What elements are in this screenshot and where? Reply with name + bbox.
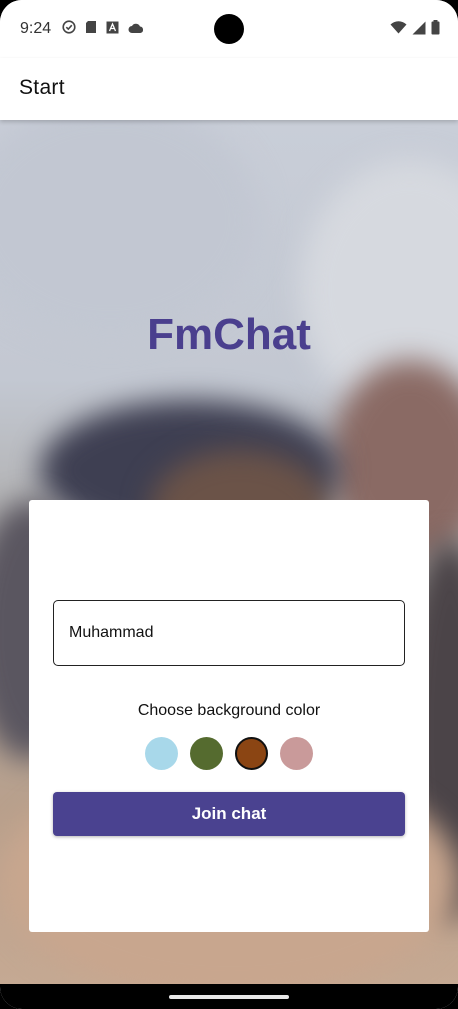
login-card: Choose background color Join chat bbox=[29, 500, 429, 932]
color-swatch-olive-green[interactable] bbox=[190, 737, 223, 770]
app-logo-title: FmChat bbox=[147, 310, 311, 359]
cloud-icon bbox=[128, 21, 144, 39]
camera-cutout bbox=[214, 14, 244, 44]
name-input[interactable] bbox=[53, 600, 405, 666]
join-chat-button[interactable]: Join chat bbox=[53, 792, 405, 836]
battery-icon bbox=[431, 20, 440, 40]
home-indicator[interactable] bbox=[169, 995, 289, 999]
sd-card-icon bbox=[85, 20, 97, 39]
signal-icon bbox=[412, 21, 426, 40]
status-icons-right bbox=[390, 20, 440, 40]
status-bar: 9:24 bbox=[0, 0, 458, 58]
wifi-icon bbox=[390, 21, 407, 39]
status-icons-left bbox=[62, 20, 144, 39]
status-time: 9:24 bbox=[20, 20, 52, 37]
color-swatch-rose[interactable] bbox=[280, 737, 313, 770]
choose-color-label: Choose background color bbox=[137, 702, 321, 719]
color-swatch-brown[interactable] bbox=[235, 737, 268, 770]
font-icon bbox=[106, 21, 119, 39]
screen: 9:24 Start FmChat Muhammad Choose backgr… bbox=[0, 0, 458, 1009]
color-swatches bbox=[29, 737, 429, 770]
navigation-bar bbox=[0, 984, 458, 1009]
app-bar-title: Start bbox=[19, 76, 65, 99]
color-swatch-light-blue[interactable] bbox=[145, 737, 178, 770]
check-circle-icon bbox=[62, 20, 76, 39]
app-bar: Start bbox=[0, 58, 458, 120]
